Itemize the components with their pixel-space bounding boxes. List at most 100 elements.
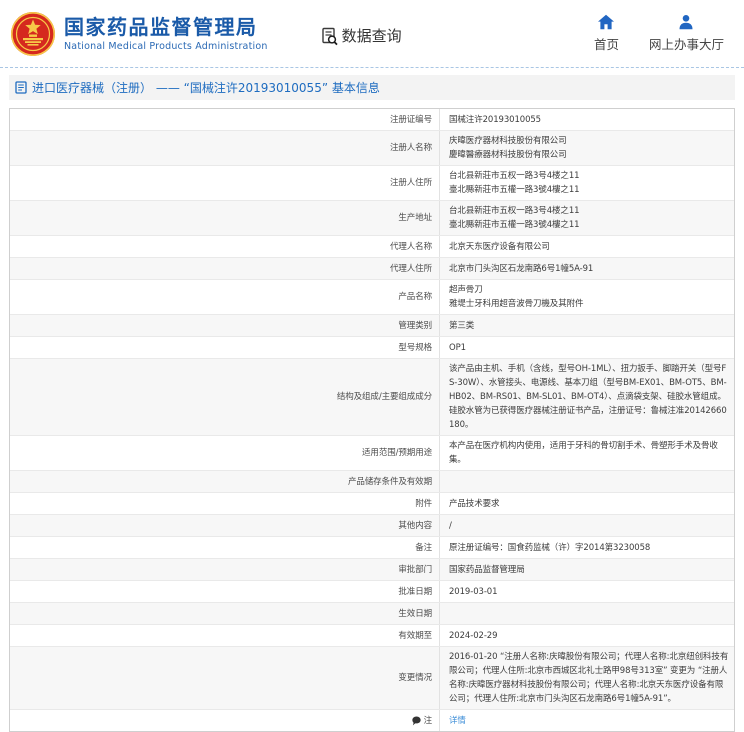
table-row: 代理人住所北京市门头沟区石龙南路6号1幢5A-91 — [10, 258, 734, 280]
row-value: OP1 — [440, 337, 734, 358]
page-icon — [15, 81, 27, 94]
table-row: 备注原注册证编号：国食药监械（许）字2014第3230058 — [10, 537, 734, 559]
table-row: 审批部门国家药品监督管理局 — [10, 559, 734, 581]
row-value: 2016-01-20 “注册人名称:庆暐股份有限公司；代理人名称:北京纽创科技有… — [440, 647, 734, 709]
row-value-line: 庆暐医疗器材科技股份有限公司 — [449, 134, 730, 148]
agency-name-cn: 国家药品监督管理局 — [64, 15, 268, 39]
page-title: 进口医疗器械（注册） —— “国械注许20193010055” 基本信息 — [32, 79, 380, 96]
data-query-label: 数据查询 — [342, 25, 402, 46]
row-value-line: 原注册证编号：国食药监械（许）字2014第3230058 — [449, 541, 730, 555]
row-value: 超声骨刀雅堤士牙科用超音波骨刀機及其附件 — [440, 280, 734, 314]
agency-logo: 国家药品监督管理局 National Medical Products Admi… — [10, 11, 268, 57]
national-emblem-icon — [10, 11, 56, 57]
table-row: 产品名称超声骨刀雅堤士牙科用超音波骨刀機及其附件 — [10, 280, 734, 315]
row-value: 台北县新莊市五权一路3号4楼之11臺北縣新莊市五權一路3號4樓之11 — [440, 166, 734, 200]
row-value-line: 2024-02-29 — [449, 629, 730, 643]
row-value-line: 台北县新莊市五权一路3号4楼之11 — [449, 204, 730, 218]
row-value: 产品技术要求 — [440, 493, 734, 514]
row-value-line: 慶暐醫療器材科技股份有限公司 — [449, 148, 730, 162]
site-header: 国家药品监督管理局 National Medical Products Admi… — [0, 0, 744, 68]
row-value-line: 雅堤士牙科用超音波骨刀機及其附件 — [449, 297, 730, 311]
row-value: 该产品由主机、手机（含线，型号OH-1ML）、扭力扳手、脚踏开关（型号FS-30… — [440, 359, 734, 435]
nav-service-hall-label: 网上办事大厅 — [649, 34, 724, 53]
table-row: 结构及组成/主要组成成分该产品由主机、手机（含线，型号OH-1ML）、扭力扳手、… — [10, 359, 734, 436]
row-value-line: 2016-01-20 “注册人名称:庆暐股份有限公司；代理人名称:北京纽创科技有… — [449, 650, 730, 706]
row-label: 备注 — [10, 537, 440, 558]
row-label: 代理人名称 — [10, 236, 440, 257]
table-row: 批准日期2019-03-01 — [10, 581, 734, 603]
row-label: 审批部门 — [10, 559, 440, 580]
row-value-line: 臺北縣新莊市五權一路3號4樓之11 — [449, 183, 730, 197]
row-value-line: 国械注许20193010055 — [449, 113, 730, 127]
header-nav: 首页 网上办事大厅 — [594, 14, 724, 53]
nav-home-label: 首页 — [594, 34, 619, 53]
row-value: 第三类 — [440, 315, 734, 336]
table-row: 注册人住所台北县新莊市五权一路3号4楼之11臺北縣新莊市五權一路3號4樓之11 — [10, 166, 734, 201]
nav-item-home[interactable]: 首页 — [594, 14, 619, 53]
nav-item-service-hall[interactable]: 网上办事大厅 — [649, 14, 724, 53]
row-label: 型号规格 — [10, 337, 440, 358]
row-value-line: 超声骨刀 — [449, 283, 730, 297]
row-value: 台北县新莊市五权一路3号4楼之11臺北縣新莊市五權一路3號4樓之11 — [440, 201, 734, 235]
table-row: 变更情况2016-01-20 “注册人名称:庆暐股份有限公司；代理人名称:北京纽… — [10, 647, 734, 710]
row-value-line: OP1 — [449, 341, 730, 355]
document-search-icon — [320, 27, 339, 46]
note-icon — [412, 716, 421, 726]
row-label: 产品名称 — [10, 280, 440, 314]
row-value-line: 臺北縣新莊市五權一路3號4樓之11 — [449, 218, 730, 232]
table-row: 管理类别第三类 — [10, 315, 734, 337]
row-label: 生效日期 — [10, 603, 440, 624]
table-row: 其他内容/ — [10, 515, 734, 537]
table-row: 型号规格 OP1 — [10, 337, 734, 359]
user-icon — [678, 14, 694, 30]
row-value — [440, 471, 734, 492]
row-label: 代理人住所 — [10, 258, 440, 279]
row-label: 注册人住所 — [10, 166, 440, 200]
row-value: 国家药品监督管理局 — [440, 559, 734, 580]
row-label: 管理类别 — [10, 315, 440, 336]
row-value: 庆暐医疗器材科技股份有限公司慶暐醫療器材科技股份有限公司 — [440, 131, 734, 165]
table-row: 代理人名称北京天东医疗设备有限公司 — [10, 236, 734, 258]
row-value: 2019-03-01 — [440, 581, 734, 602]
row-label: 注 — [10, 710, 440, 731]
row-value: 详情 — [440, 710, 734, 731]
table-row: 注册人名称庆暐医疗器材科技股份有限公司慶暐醫療器材科技股份有限公司 — [10, 131, 734, 166]
row-value-line: 国家药品监督管理局 — [449, 563, 730, 577]
row-label: 结构及组成/主要组成成分 — [10, 359, 440, 435]
page-title-bar: 进口医疗器械（注册） —— “国械注许20193010055” 基本信息 — [9, 75, 735, 100]
row-label: 有效期至 — [10, 625, 440, 646]
row-value-line: 北京天东医疗设备有限公司 — [449, 240, 730, 254]
row-value: 北京市门头沟区石龙南路6号1幢5A-91 — [440, 258, 734, 279]
row-value-line: / — [449, 519, 730, 533]
table-row: 注册证编号国械注许20193010055 — [10, 109, 734, 131]
row-label: 注册人名称 — [10, 131, 440, 165]
row-label: 变更情况 — [10, 647, 440, 709]
table-row: 生产地址台北县新莊市五权一路3号4楼之11臺北縣新莊市五權一路3號4樓之11 — [10, 201, 734, 236]
row-value-line: 本产品在医疗机构内使用，适用于牙科的骨切割手术、骨塑形手术及骨收集。 — [449, 439, 730, 467]
detail-link[interactable]: 详情 — [449, 714, 730, 728]
home-icon — [597, 14, 615, 30]
data-query-link[interactable]: 数据查询 — [320, 25, 402, 46]
row-value-line: 产品技术要求 — [449, 497, 730, 511]
table-row: 附件产品技术要求 — [10, 493, 734, 515]
row-value — [440, 603, 734, 624]
info-table: 注册证编号国械注许20193010055注册人名称庆暐医疗器材科技股份有限公司慶… — [9, 108, 735, 732]
row-value: 原注册证编号：国食药监械（许）字2014第3230058 — [440, 537, 734, 558]
row-value-line: 第三类 — [449, 319, 730, 333]
table-row: 适用范围/预期用途本产品在医疗机构内使用，适用于牙科的骨切割手术、骨塑形手术及骨… — [10, 436, 734, 471]
row-value: 本产品在医疗机构内使用，适用于牙科的骨切割手术、骨塑形手术及骨收集。 — [440, 436, 734, 470]
table-row: 生效日期 — [10, 603, 734, 625]
table-row: 有效期至 2024-02-29 — [10, 625, 734, 647]
row-value: 国械注许20193010055 — [440, 109, 734, 130]
row-value-line: 该产品由主机、手机（含线，型号OH-1ML）、扭力扳手、脚踏开关（型号FS-30… — [449, 362, 730, 432]
row-value-line: 台北县新莊市五权一路3号4楼之11 — [449, 169, 730, 183]
agency-title-block: 国家药品监督管理局 National Medical Products Admi… — [64, 15, 268, 52]
row-label: 生产地址 — [10, 201, 440, 235]
row-value: 2024-02-29 — [440, 625, 734, 646]
row-value-line: 北京市门头沟区石龙南路6号1幢5A-91 — [449, 262, 730, 276]
row-label: 适用范围/预期用途 — [10, 436, 440, 470]
row-label: 附件 — [10, 493, 440, 514]
agency-name-en: National Medical Products Administration — [64, 41, 268, 52]
table-row: 产品储存条件及有效期 — [10, 471, 734, 493]
row-value: / — [440, 515, 734, 536]
